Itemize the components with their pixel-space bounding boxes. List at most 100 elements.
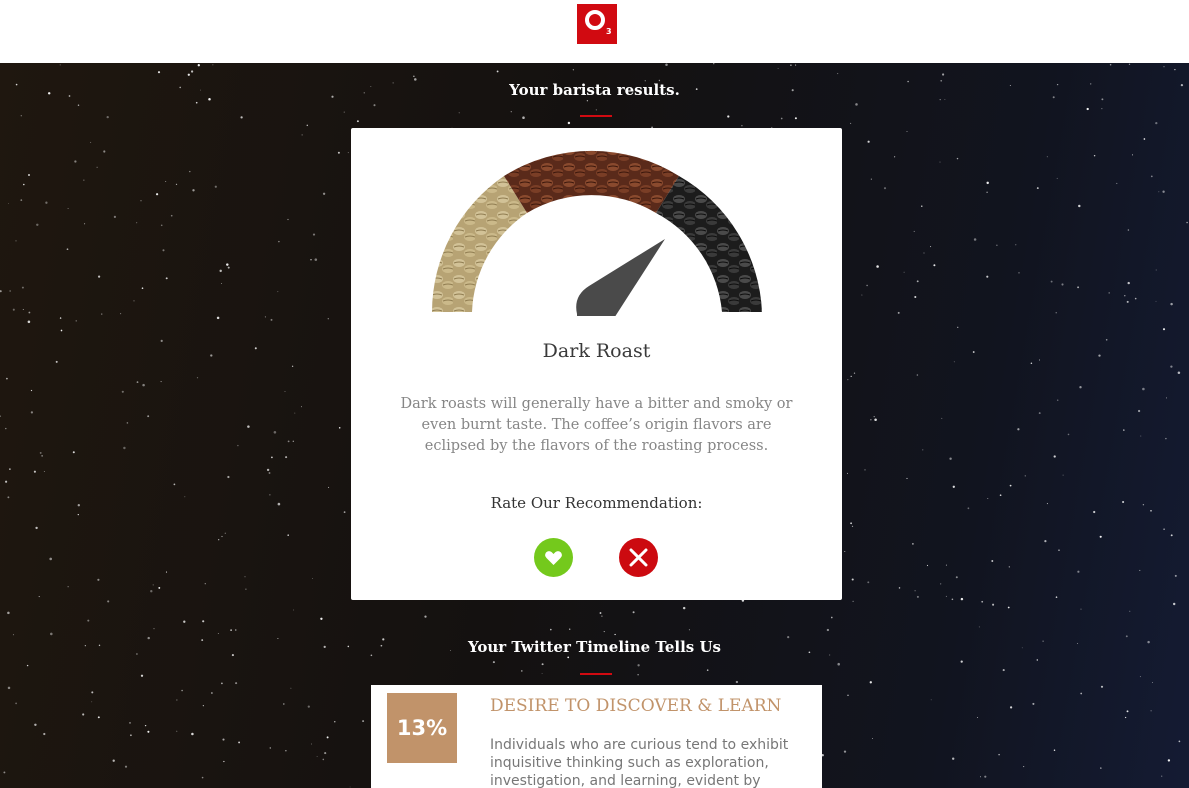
star	[1024, 475, 1026, 477]
trait-percent-badge: 13%	[387, 693, 457, 763]
star	[221, 682, 223, 685]
star	[1038, 359, 1041, 361]
star	[121, 390, 124, 393]
star	[1018, 272, 1020, 274]
trait-card: 13% DESIRE TO DISCOVER & LEARN Individua…	[371, 685, 822, 788]
star	[9, 468, 11, 470]
star	[637, 664, 640, 667]
star	[113, 215, 117, 219]
star	[227, 266, 230, 269]
star	[187, 73, 190, 76]
star	[914, 295, 917, 299]
star	[223, 760, 225, 763]
star	[152, 584, 154, 586]
star	[866, 284, 868, 287]
star	[291, 365, 294, 367]
star	[921, 205, 923, 207]
rate-label: Rate Our Recommendation:	[490, 494, 703, 512]
dislike-button[interactable]	[619, 538, 658, 577]
star	[82, 713, 85, 716]
star	[913, 230, 915, 232]
star	[30, 411, 34, 414]
star	[1162, 328, 1166, 331]
star	[1055, 312, 1057, 314]
star	[129, 722, 131, 724]
star	[869, 681, 872, 684]
star	[957, 326, 959, 328]
star	[926, 564, 929, 567]
star	[1152, 682, 1153, 683]
star	[184, 496, 186, 498]
star	[224, 532, 226, 534]
star	[1100, 685, 1104, 688]
star	[23, 183, 25, 186]
star	[735, 680, 739, 684]
star	[324, 752, 327, 755]
star	[282, 703, 285, 705]
star	[601, 615, 603, 617]
star	[165, 571, 168, 573]
star	[77, 504, 80, 507]
star	[916, 595, 919, 598]
star	[614, 633, 616, 636]
star	[741, 124, 743, 127]
star	[362, 720, 365, 723]
star	[322, 192, 326, 195]
star	[316, 755, 318, 757]
star	[230, 629, 232, 631]
star	[1078, 204, 1081, 208]
star	[1080, 608, 1082, 610]
star	[136, 381, 139, 383]
star	[1142, 504, 1145, 506]
results-heading-rule	[580, 115, 612, 117]
star	[1079, 386, 1082, 389]
star	[106, 115, 109, 119]
star	[1099, 535, 1102, 538]
star	[219, 269, 222, 273]
star	[955, 576, 958, 579]
star	[567, 656, 570, 659]
star	[30, 389, 33, 392]
like-button[interactable]	[534, 538, 573, 577]
star	[170, 214, 173, 217]
brand-logo[interactable]: 3	[577, 4, 617, 44]
star	[38, 596, 40, 598]
star	[1046, 503, 1048, 505]
star	[682, 606, 686, 610]
star	[160, 224, 163, 227]
star	[320, 617, 323, 620]
star	[1165, 437, 1167, 440]
star	[192, 189, 195, 192]
star	[107, 600, 110, 603]
star	[1036, 659, 1039, 661]
star	[952, 485, 955, 488]
star	[221, 535, 223, 538]
star	[238, 741, 241, 744]
star	[103, 150, 106, 153]
star	[978, 626, 980, 628]
star	[945, 595, 947, 597]
star	[1174, 68, 1176, 71]
star	[97, 716, 100, 719]
star	[237, 444, 239, 447]
star	[3, 771, 6, 774]
star	[1023, 766, 1025, 768]
star	[27, 320, 31, 324]
star	[706, 669, 709, 671]
star	[142, 383, 145, 387]
star	[1093, 154, 1096, 157]
star	[1124, 716, 1127, 719]
star	[837, 662, 840, 666]
star	[268, 472, 271, 474]
star	[49, 557, 52, 561]
roast-name: Dark Roast	[542, 340, 651, 362]
star	[1009, 484, 1012, 487]
twitter-heading: Your Twitter Timeline Tells Us	[467, 638, 721, 656]
star	[87, 619, 90, 622]
star	[15, 240, 17, 242]
star	[777, 68, 779, 70]
star	[77, 513, 79, 516]
star	[1142, 387, 1145, 391]
star	[1030, 362, 1033, 365]
star	[1100, 767, 1102, 769]
